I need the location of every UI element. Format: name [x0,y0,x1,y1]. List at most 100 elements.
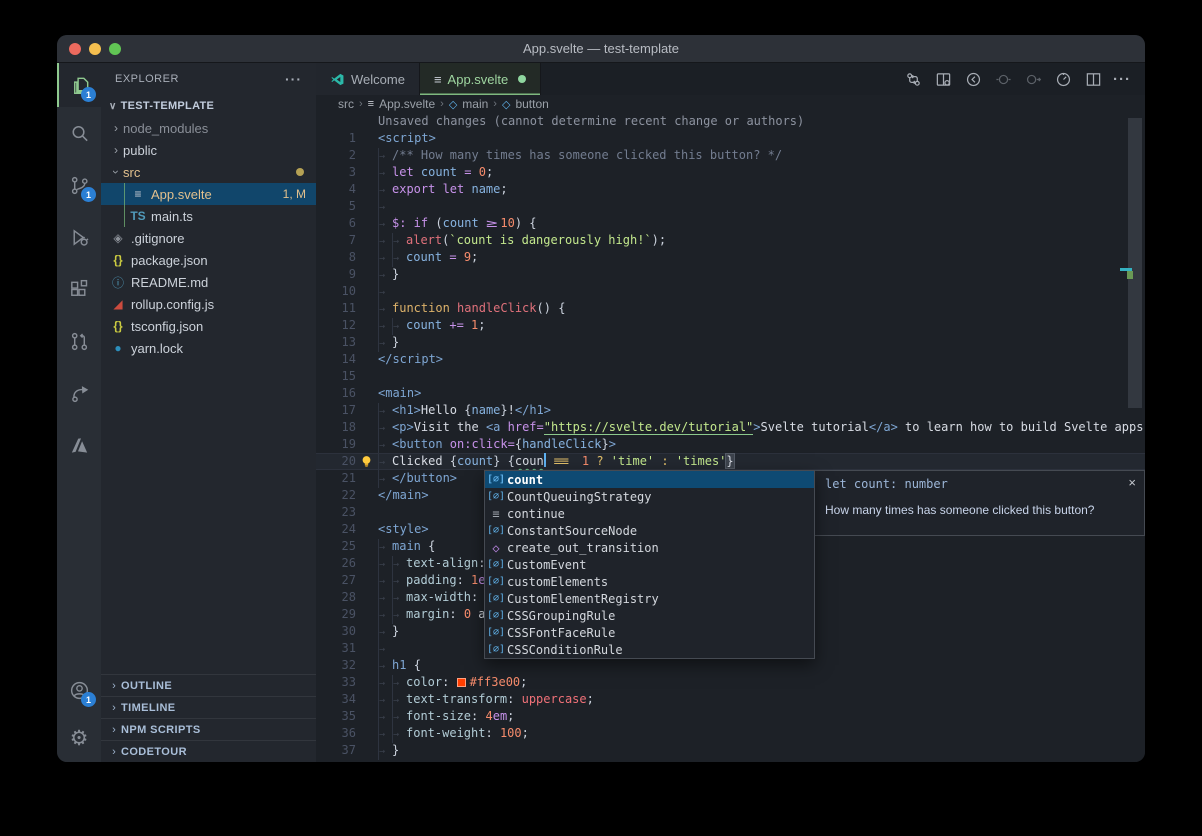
suggest-item-customelementregistry[interactable]: [∅]CustomElementRegistry [485,590,814,607]
breadcrumb-item-file[interactable]: App.svelte [379,97,435,111]
tree-item-rollup-config-js[interactable]: ◢rollup.config.js [101,293,316,315]
code-line-7[interactable]: 7→→alert(`count is dangerously high!`); [316,232,1145,249]
line-number: 35 [316,708,356,725]
tree-item--gitignore[interactable]: ◈.gitignore [101,227,316,249]
tree-item-tsconfig-json[interactable]: {}tsconfig.json [101,315,316,337]
chevron-right-icon: › [107,746,121,758]
line-number: 10 [316,283,356,300]
code-area[interactable]: Unsaved changes (cannot determine recent… [316,113,1145,762]
svelte-file-icon: ≡ [368,98,374,110]
source-control-icon[interactable]: 1 [57,163,101,207]
code-line-15[interactable]: 15 [316,368,1145,385]
more-actions-icon[interactable]: ··· [1113,71,1131,88]
line-content: →→max-width: 2 [378,589,493,606]
step-back-icon[interactable] [963,69,984,90]
tree-item-public[interactable]: ›public [101,139,316,161]
code-line-34[interactable]: 34→→text-transform: uppercase; [316,691,1145,708]
github-pr-icon[interactable] [57,319,101,363]
code-line-1[interactable]: 1<script> [316,130,1145,147]
tree-item-node-modules[interactable]: ›node_modules [101,117,316,139]
breakpoint-icon[interactable] [993,69,1014,90]
code-line-37[interactable]: 37→} [316,742,1145,759]
explorer-icon[interactable]: 1 [57,63,101,107]
suggest-item-constantsourcenode[interactable]: [∅]ConstantSourceNode [485,522,814,539]
code-line-10[interactable]: 10→ [316,283,1145,300]
azure-icon[interactable] [57,423,101,467]
breadcrumb-item-main[interactable]: main [462,97,488,111]
extensions-icon[interactable] [57,267,101,311]
suggest-item-count[interactable]: [∅]count [485,471,814,488]
suggest-item-cssfontfacerule[interactable]: [∅]CSSFontFaceRule [485,624,814,641]
workspace-root-row[interactable]: ∨ TEST-TEMPLATE [101,95,316,117]
tab-welcome[interactable]: Welcome [316,63,420,95]
code-line-36[interactable]: 36→→font-weight: 100; [316,725,1145,742]
tree-item-app-svelte[interactable]: ≡App.svelte1, M [101,183,316,205]
run-timer-icon[interactable] [1053,69,1074,90]
code-line-12[interactable]: 12→→count += 1; [316,317,1145,334]
step-forward-icon[interactable] [1023,69,1044,90]
code-line-6[interactable]: 6→$: if (count ≥10) { [316,215,1145,232]
run-debug-icon[interactable] [57,215,101,259]
code-line-18[interactable]: 18→<p>Visit the <a href="https://svelte.… [316,419,1145,436]
settings-gear-icon[interactable]: ⚙ [57,716,101,760]
code-line-13[interactable]: 13→} [316,334,1145,351]
live-share-icon[interactable] [57,371,101,415]
code-line-20[interactable]: 20→Clicked {count} {coun ≡ 1 ? 'time' : … [316,453,1145,470]
suggest-item-create_out_transition[interactable]: ◇create_out_transition [485,539,814,556]
code-line-9[interactable]: 9→} [316,266,1145,283]
compare-changes-icon[interactable] [903,69,924,90]
title-bar[interactable]: App.svelte — test-template [57,35,1145,63]
file-label: tsconfig.json [131,319,203,334]
suggest-label: CSSFontFaceRule [507,626,615,640]
code-line-3[interactable]: 3→let count = 0; [316,164,1145,181]
breadcrumb-item-src[interactable]: src [338,97,354,111]
panel-outline[interactable]: › OUTLINE [101,674,316,696]
code-line-2[interactable]: 2→/** How many times has someone clicked… [316,147,1145,164]
editor-scrollbar[interactable] [1128,118,1142,408]
tree-item-yarn-lock[interactable]: ●yarn.lock [101,337,316,359]
line-content: →} [378,623,399,640]
code-line-32[interactable]: 32→h1 { [316,657,1145,674]
open-changes-icon[interactable] [933,69,954,90]
suggest-item-cssgroupingrule[interactable]: [∅]CSSGroupingRule [485,607,814,624]
tree-item-package-json[interactable]: {}package.json [101,249,316,271]
code-line-35[interactable]: 35→→font-size: 4em; [316,708,1145,725]
symbol-keyword-icon: ≡ [485,507,507,521]
code-line-8[interactable]: 8→→count = 9; [316,249,1145,266]
suggest-item-customelements[interactable]: [∅]customElements [485,573,814,590]
line-content: →</button> [378,470,457,487]
code-line-14[interactable]: 14</script> [316,351,1145,368]
code-line-4[interactable]: 4→export let name; [316,181,1145,198]
chevron-right-icon: › [440,98,444,110]
breadcrumb-item-button[interactable]: button [515,97,548,111]
search-icon[interactable] [57,111,101,155]
suggest-item-countqueuingstrategy[interactable]: [∅]CountQueuingStrategy [485,488,814,505]
line-content: <style> [378,521,429,538]
line-content: →main { [378,538,435,555]
code-line-5[interactable]: 5→ [316,198,1145,215]
code-line-17[interactable]: 17→<h1>Hello {name}!</h1> [316,402,1145,419]
panel-codetour[interactable]: › CODETOUR [101,740,316,762]
suggest-item-cssconditionrule[interactable]: [∅]CSSConditionRule [485,641,814,658]
code-line-annotation[interactable]: Unsaved changes (cannot determine recent… [316,113,1145,130]
code-line-19[interactable]: 19→<button on:click={handleClick}> [316,436,1145,453]
account-icon[interactable]: 1 [57,668,101,712]
sidebar-header: EXPLORER ··· [101,63,316,95]
close-icon[interactable]: × [1128,475,1136,490]
code-line-11[interactable]: 11→function handleClick() { [316,300,1145,317]
tab-app-svelte[interactable]: ≡ App.svelte [420,63,541,95]
line-number: 18 [316,419,356,436]
panel-npm-scripts[interactable]: › NPM SCRIPTS [101,718,316,740]
split-editor-icon[interactable] [1083,69,1104,90]
tree-item-main-ts[interactable]: TSmain.ts [101,205,316,227]
suggest-item-customevent[interactable]: [∅]CustomEvent [485,556,814,573]
code-line-33[interactable]: 33→→color: #ff3e00; [316,674,1145,691]
symbol-variable-icon: [∅] [485,610,507,621]
panel-timeline[interactable]: › TIMELINE [101,696,316,718]
color-swatch[interactable] [457,678,466,687]
tree-item-src[interactable]: ›src [101,161,316,183]
tree-item-readme-md[interactable]: ⓘREADME.md [101,271,316,293]
views-more-actions-icon[interactable]: ··· [285,71,302,87]
code-line-16[interactable]: 16<main> [316,385,1145,402]
suggest-item-continue[interactable]: ≡continue [485,505,814,522]
